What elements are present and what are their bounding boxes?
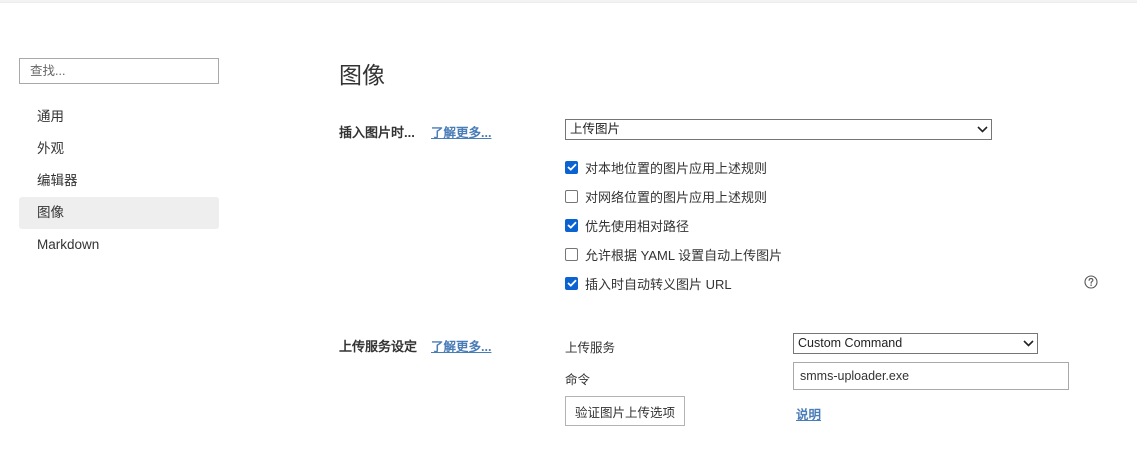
upload-service-label: 上传服务设定 bbox=[339, 339, 418, 354]
search-input[interactable] bbox=[19, 58, 219, 84]
sidebar-item-general[interactable]: 通用 bbox=[19, 101, 219, 133]
checkbox-relative-path[interactable] bbox=[565, 218, 578, 232]
upload-service-field-label: 上传服务 bbox=[565, 341, 616, 355]
window-top-bar bbox=[0, 0, 1137, 3]
sidebar-item-editor[interactable]: 编辑器 bbox=[19, 165, 219, 197]
question-circle-icon[interactable] bbox=[1084, 275, 1098, 289]
insert-image-label: 插入图片时... bbox=[339, 125, 415, 140]
page-title: 图像 bbox=[339, 62, 385, 88]
option-network-images[interactable]: 对网络位置的图片应用上述规则 bbox=[565, 188, 768, 205]
option-escape-url[interactable]: 插入时自动转义图片 URL bbox=[565, 275, 732, 292]
sidebar-item-markdown[interactable]: Markdown bbox=[19, 229, 219, 261]
command-input[interactable] bbox=[793, 362, 1069, 390]
checkbox-escape-url[interactable] bbox=[565, 276, 578, 290]
upload-service-select-value: Custom Command bbox=[798, 336, 903, 350]
option-local-images[interactable]: 对本地位置的图片应用上述规则 bbox=[565, 159, 768, 176]
option-label: 插入时自动转义图片 URL bbox=[585, 276, 732, 292]
explain-link[interactable]: 说明 bbox=[796, 404, 821, 423]
insert-action-select-value: 上传图片 bbox=[570, 122, 621, 136]
chevron-down-icon bbox=[1019, 334, 1037, 353]
option-yaml-upload[interactable]: 允许根据 YAML 设置自动上传图片 bbox=[565, 246, 783, 263]
option-label: 允许根据 YAML 设置自动上传图片 bbox=[585, 247, 783, 263]
sidebar-nav: 通用 外观 编辑器 图像 Markdown bbox=[19, 101, 219, 261]
checkbox-local-images[interactable] bbox=[565, 160, 578, 174]
option-label: 对网络位置的图片应用上述规则 bbox=[585, 189, 768, 205]
option-label: 优先使用相对路径 bbox=[585, 218, 690, 234]
verify-upload-button[interactable]: 验证图片上传选项 bbox=[565, 396, 685, 426]
sidebar-item-appearance[interactable]: 外观 bbox=[19, 133, 219, 165]
insert-learn-more-link[interactable]: 了解更多... bbox=[431, 122, 491, 141]
sidebar-item-image[interactable]: 图像 bbox=[19, 197, 219, 229]
upload-service-select[interactable]: Custom Command bbox=[793, 333, 1038, 354]
chevron-down-icon bbox=[973, 120, 991, 139]
upload-learn-more-link[interactable]: 了解更多... bbox=[431, 336, 491, 355]
insert-action-select[interactable]: 上传图片 bbox=[565, 119, 992, 140]
option-relative-path[interactable]: 优先使用相对路径 bbox=[565, 217, 690, 234]
option-label: 对本地位置的图片应用上述规则 bbox=[585, 160, 768, 176]
checkbox-yaml-upload[interactable] bbox=[565, 247, 578, 261]
command-field-label: 命令 bbox=[565, 373, 591, 387]
checkbox-network-images[interactable] bbox=[565, 189, 578, 203]
